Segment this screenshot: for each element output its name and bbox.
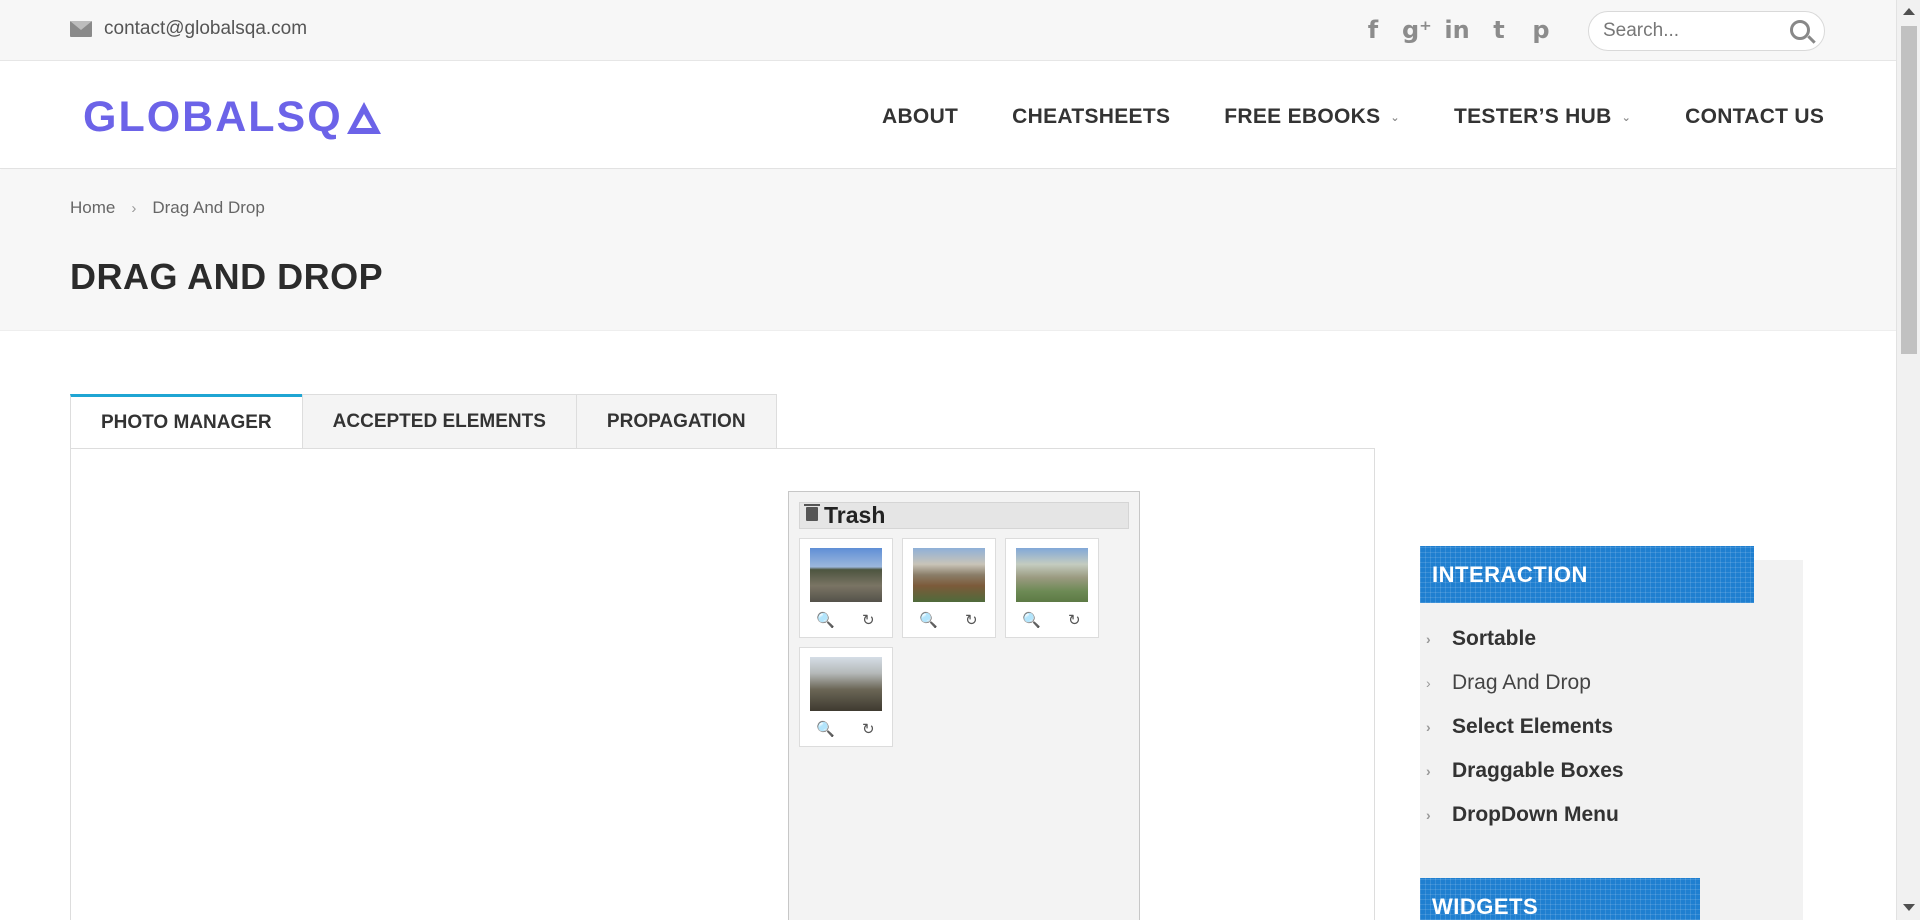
nav-contact-us[interactable]: CONTACT US (1685, 105, 1824, 129)
logo-text: GLOBALSQ (83, 93, 343, 141)
nav-cheatsheets-label: CHEATSHEETS (1012, 105, 1171, 128)
sidebar-item-label: DropDown Menu (1452, 803, 1619, 826)
site-logo[interactable]: GLOBALSQ (83, 93, 381, 142)
contact-email[interactable]: contact@globalsqa.com (70, 18, 307, 40)
breadcrumb-separator: › (131, 199, 137, 217)
zoom-icon[interactable]: 🔍 (1022, 611, 1041, 629)
recycle-icon[interactable]: ↻ (965, 611, 978, 629)
nav-about[interactable]: ABOUT (882, 105, 958, 129)
widgets-widget-header: WIDGETS (1420, 878, 1700, 920)
scroll-up-arrow-icon[interactable] (1903, 8, 1915, 15)
zoom-icon[interactable]: 🔍 (919, 611, 938, 629)
tab-bar: PHOTO MANAGER ACCEPTED ELEMENTS PROPAGAT… (70, 394, 777, 450)
photo-item[interactable]: 🔍 ↻ (1005, 538, 1099, 638)
tab-accepted-elements[interactable]: ACCEPTED ELEMENTS (301, 394, 577, 449)
interaction-widget-header: INTERACTION (1420, 546, 1754, 603)
social-links: f g⁺ in t p (1360, 16, 1554, 44)
scroll-down-arrow-icon[interactable] (1903, 904, 1915, 911)
zoom-icon[interactable]: 🔍 (816, 611, 835, 629)
tab-propagation[interactable]: PROPAGATION (575, 394, 777, 449)
tab-propagation-label: PROPAGATION (606, 410, 746, 432)
trash-dropzone[interactable]: Trash 🔍 ↻ 🔍 ↻ 🔍 ↻ 🔍 ↻ (788, 491, 1140, 920)
zoom-icon[interactable]: 🔍 (816, 720, 835, 738)
page-title: DRAG AND DROP (70, 256, 384, 297)
sidebar-item-dropdown-menu[interactable]: › DropDown Menu (1424, 793, 1624, 837)
twitter-icon[interactable]: t (1486, 16, 1512, 44)
tab-photo-manager[interactable]: PHOTO MANAGER (70, 394, 303, 450)
photo-item[interactable]: 🔍 ↻ (902, 538, 996, 638)
breadcrumb-home[interactable]: Home (70, 198, 115, 218)
main-nav: ABOUT CHEATSHEETS FREE EBOOKS ⌄ TESTER’S… (882, 105, 1824, 129)
photo-image (1016, 548, 1088, 602)
search-box (1588, 11, 1825, 51)
search-icon[interactable] (1790, 20, 1810, 40)
recycle-icon[interactable]: ↻ (862, 720, 875, 738)
chevron-right-icon: › (1426, 675, 1431, 691)
trash-title: Trash (824, 502, 886, 528)
page-scrollbar[interactable] (1896, 0, 1920, 920)
photo-image (810, 657, 882, 711)
sidebar-item-label: Sortable (1452, 627, 1537, 650)
tab-photo-manager-label: PHOTO MANAGER (101, 412, 272, 433)
nav-testers-hub-label: TESTER’S HUB (1453, 105, 1612, 128)
photo-item[interactable]: 🔍 ↻ (799, 538, 893, 638)
sidebar-item-label: Drag And Drop (1452, 671, 1591, 694)
logo-triangle-icon (346, 101, 381, 134)
contact-email-text[interactable]: contact@globalsqa.com (104, 18, 307, 40)
breadcrumb: Home › Drag And Drop (70, 198, 265, 218)
chevron-right-icon: › (1426, 631, 1431, 647)
linkedin-icon[interactable]: in (1444, 16, 1470, 44)
page: contact@globalsqa.com f g⁺ in t p GLOBAL… (0, 0, 1920, 920)
chevron-right-icon: › (1426, 763, 1431, 779)
nav-testers-hub[interactable]: TESTER’S HUB ⌄ (1454, 105, 1631, 129)
pinterest-icon[interactable]: p (1528, 16, 1554, 44)
trash-icon (804, 503, 820, 521)
photo-image (810, 548, 882, 602)
google-plus-icon[interactable]: g⁺ (1402, 16, 1432, 44)
recycle-icon[interactable]: ↻ (1068, 611, 1081, 629)
sidebar-item-drag-and-drop[interactable]: › Drag And Drop (1424, 661, 1624, 705)
interaction-list: › Sortable › Drag And Drop › Select Elem… (1424, 617, 1624, 837)
sidebar-item-label: Draggable Boxes (1452, 759, 1624, 782)
chevron-right-icon: › (1426, 807, 1431, 823)
sidebar-item-label: Select Elements (1452, 715, 1614, 738)
chevron-right-icon: › (1426, 719, 1431, 735)
scroll-thumb[interactable] (1901, 26, 1917, 354)
facebook-icon[interactable]: f (1360, 16, 1386, 44)
search-input[interactable] (1601, 18, 1781, 44)
photo-item[interactable]: 🔍 ↻ (799, 647, 893, 747)
tab-panel (70, 448, 1375, 920)
nav-free-ebooks[interactable]: FREE EBOOKS ⌄ (1224, 105, 1400, 129)
site-header: GLOBALSQ ABOUT CHEATSHEETS FREE EBOOKS ⌄… (0, 61, 1896, 169)
tab-accepted-elements-label: ACCEPTED ELEMENTS (332, 410, 546, 432)
breadcrumb-current: Drag And Drop (152, 198, 265, 217)
top-bar: contact@globalsqa.com f g⁺ in t p (0, 0, 1896, 61)
nav-cheatsheets[interactable]: CHEATSHEETS (1012, 105, 1170, 129)
nav-free-ebooks-label: FREE EBOOKS (1224, 105, 1381, 128)
sidebar-item-draggable-boxes[interactable]: › Draggable Boxes (1424, 749, 1624, 793)
mail-icon (70, 21, 92, 37)
trash-header: Trash (799, 502, 1129, 529)
chevron-down-icon: ⌄ (1390, 111, 1400, 124)
chevron-down-icon: ⌄ (1621, 111, 1632, 124)
nav-about-label: ABOUT (882, 105, 959, 128)
photo-image (913, 548, 985, 602)
recycle-icon[interactable]: ↻ (862, 611, 875, 629)
sidebar-item-sortable[interactable]: › Sortable (1424, 617, 1624, 661)
title-band: Home › Drag And Drop DRAG AND DROP (0, 170, 1896, 331)
nav-contact-us-label: CONTACT US (1685, 105, 1825, 128)
sidebar-item-select-elements[interactable]: › Select Elements (1424, 705, 1624, 749)
